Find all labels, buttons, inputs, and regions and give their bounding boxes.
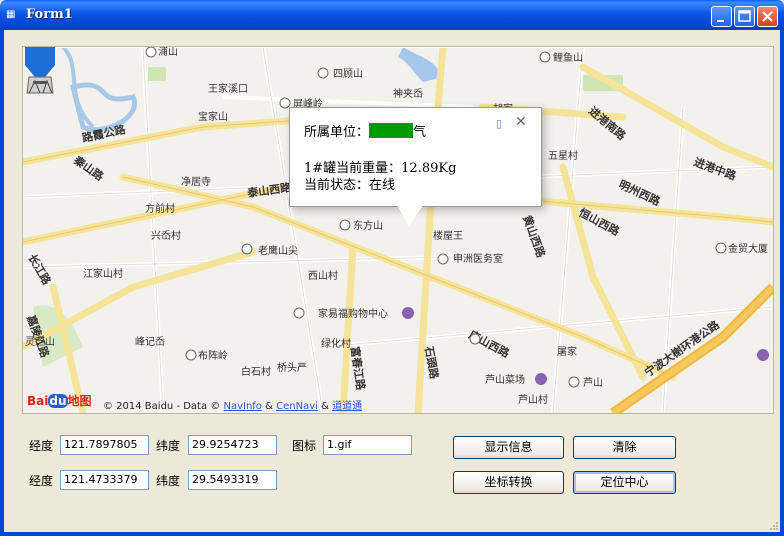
map-label: 芦山 — [583, 377, 603, 389]
map-label: 金贸大厦 — [728, 242, 768, 255]
daodao-link[interactable]: 道道通 — [332, 401, 362, 412]
map-label: 屠家 — [557, 345, 577, 358]
map-label: 进港南路 — [586, 104, 629, 144]
map-label: 浦山 — [158, 47, 178, 58]
form-icon: ▦ — [6, 9, 16, 20]
map-label: 布阵岭 — [198, 349, 228, 362]
map-label: 申洲医务室 — [453, 252, 503, 265]
latitude-input-1[interactable]: 29.9254723 — [188, 435, 277, 455]
map-label: 富春江路 — [348, 345, 368, 392]
info-window-tail — [397, 205, 423, 227]
minimize-button[interactable] — [711, 6, 732, 27]
map-view[interactable]: 浦山 鲤鱼山 王家溪口 四顾山 屏峰岭 神夹岙 宝家山 胡家 进港南路 路霞公路… — [22, 46, 774, 414]
unit-redacted-box — [369, 123, 414, 138]
tank-marker-icon[interactable] — [23, 47, 59, 99]
window-border-right — [780, 30, 784, 536]
map-label: 四顾山 — [333, 68, 363, 80]
unit-line: 所属单位： 气 — [304, 121, 426, 140]
map-label: 绿化村 — [321, 337, 351, 350]
map-label: 兴岙村 — [151, 229, 181, 242]
map-label: 五星村 — [548, 149, 578, 162]
form1-window: ▦ Form1 浦山 鲤鱼山 王家溪口 四顾山 屏峰岭 神夹岙 宝家山 进港南路… — [0, 0, 784, 536]
map-label: 神夹岙 — [393, 87, 423, 100]
close-button[interactable] — [757, 6, 778, 27]
clear-button[interactable]: 清除 — [573, 436, 676, 459]
map-label: 楼屋王 — [433, 229, 463, 242]
baidu-logo: Baidu地图 — [27, 394, 92, 408]
map-label: 黄山西路 — [520, 213, 549, 260]
icon-label: 图标 — [292, 439, 317, 453]
map-canvas[interactable]: 浦山 鲤鱼山 王家溪口 四顾山 屏峰岭 神夹岙 宝家山 胡家 进港南路 路霞公路… — [23, 47, 773, 413]
minimize-icon — [717, 20, 724, 22]
window-border-left — [0, 30, 4, 536]
show-info-button[interactable]: 显示信息 — [453, 436, 564, 459]
status-line: 当前状态：在线 — [304, 178, 396, 193]
convert-coordinates-button[interactable]: 坐标转换 — [453, 471, 564, 494]
close-icon[interactable]: ✕ — [515, 114, 527, 130]
latitude-label-2: 纬度 — [156, 474, 181, 488]
map-label: 秦山路 — [70, 152, 107, 184]
info-window: 所属单位：气 1#罐当前重量：12.89Kg 当前状态：在线 ▯ ✕ — [289, 107, 542, 227]
close-icon — [762, 11, 773, 22]
map-label: 王家溪口 — [208, 82, 248, 95]
map-label: 鲤鱼山 — [553, 51, 583, 64]
map-copyright: © 2014 Baidu - Data © NavInfo & CenNavi … — [103, 401, 363, 412]
map-label: 方前村 — [145, 202, 175, 215]
title-bar[interactable]: ▦ Form1 — [0, 0, 784, 30]
map-label: 芦山村 — [518, 393, 548, 406]
center-location-button[interactable]: 定位中心 — [573, 471, 676, 494]
maximize-button[interactable] — [734, 6, 755, 27]
map-label: 桥头严 — [277, 362, 307, 374]
latitude-label-1: 纬度 — [156, 439, 181, 453]
longitude-label-1: 经度 — [29, 439, 54, 453]
map-label: 白石村 — [241, 365, 271, 378]
map-label: 老鹰山尖 — [258, 244, 298, 257]
map-label: 西山村 — [308, 269, 338, 282]
unit-label: 所属单位： — [304, 125, 370, 140]
navinfo-link[interactable]: NavInfo — [223, 401, 261, 412]
cennavi-link[interactable]: CenNavi — [276, 401, 318, 412]
map-label: 净居寺 — [181, 175, 211, 188]
latitude-input-2[interactable]: 29.5493319 — [188, 470, 277, 490]
map-label: 东方山 — [353, 219, 383, 232]
longitude-label-2: 经度 — [29, 474, 54, 488]
icon-input[interactable]: 1.gif — [323, 435, 412, 455]
map-label: 明州西路 — [617, 177, 664, 209]
map-label: 芦山菜场 — [485, 373, 525, 386]
map-label: 江家山村 — [83, 267, 123, 280]
map-label: 石頭路 — [422, 344, 442, 381]
map-label: 峰记岙 — [135, 336, 165, 348]
unit-suffix: 气 — [413, 125, 427, 140]
window-title: Form1 — [26, 7, 73, 22]
longitude-input-2[interactable]: 121.4733379 — [60, 470, 149, 490]
phone-icon[interactable]: ▯ — [496, 117, 502, 130]
map-label: 宝家山 — [198, 110, 228, 123]
resize-grip-icon[interactable] — [768, 520, 778, 530]
map-label: 长江路 — [25, 252, 54, 288]
map-label: 家易福购物中心 — [318, 307, 388, 320]
window-border-bottom — [0, 532, 784, 536]
maximize-icon — [738, 10, 751, 22]
longitude-input-1[interactable]: 121.7897805 — [60, 435, 149, 455]
map-label: 进港中路 — [692, 155, 739, 184]
